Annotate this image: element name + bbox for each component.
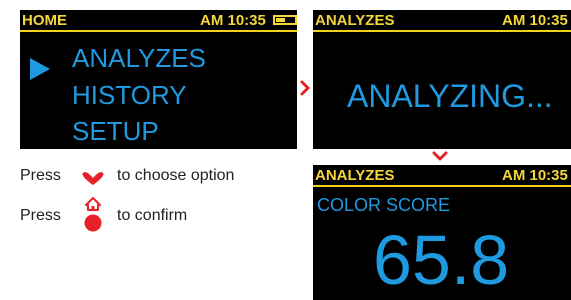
screen-title: ANALYZES: [315, 12, 395, 29]
home-button-icon: [84, 197, 102, 232]
instruction-press-choose: Press: [20, 167, 61, 184]
chevron-down-icon: [432, 151, 448, 161]
analyzing-screen: ANALYZES AM 10:35 ANALYZING...: [313, 10, 571, 149]
chevron-right-icon: [300, 80, 310, 96]
clock: AM 10:35: [200, 12, 266, 29]
selection-cursor-icon: [30, 58, 50, 80]
clock: AM 10:35: [502, 167, 568, 184]
battery-icon: [273, 15, 297, 25]
menu-item-setup[interactable]: SETUP: [72, 117, 159, 145]
clock: AM 10:35: [502, 12, 568, 29]
screen-title: ANALYZES: [315, 167, 395, 184]
instruction-confirm-text: to confirm: [117, 207, 188, 224]
chevron-down-icon: [82, 172, 104, 185]
instruction-press-confirm: Press: [20, 207, 61, 224]
menu-item-history[interactable]: HISTORY: [72, 81, 187, 109]
result-screen: ANALYZES AM 10:35 COLOR SCORE 65.8: [313, 165, 571, 300]
screen-title: HOME: [22, 12, 67, 29]
instruction-choose-text: to choose option: [117, 167, 235, 184]
status-bar: ANALYZES AM 10:35: [313, 165, 571, 187]
color-score-value: 65.8: [373, 221, 510, 299]
analyzing-message: ANALYZING...: [347, 78, 553, 114]
status-bar: ANALYZES AM 10:35: [313, 10, 571, 32]
color-score-label: COLOR SCORE: [317, 195, 451, 215]
home-screen: HOME AM 10:35 ANALYZES HISTORY SETUP: [20, 10, 297, 149]
status-bar: HOME AM 10:35: [20, 10, 297, 32]
menu-item-analyzes[interactable]: ANALYZES: [72, 44, 206, 72]
